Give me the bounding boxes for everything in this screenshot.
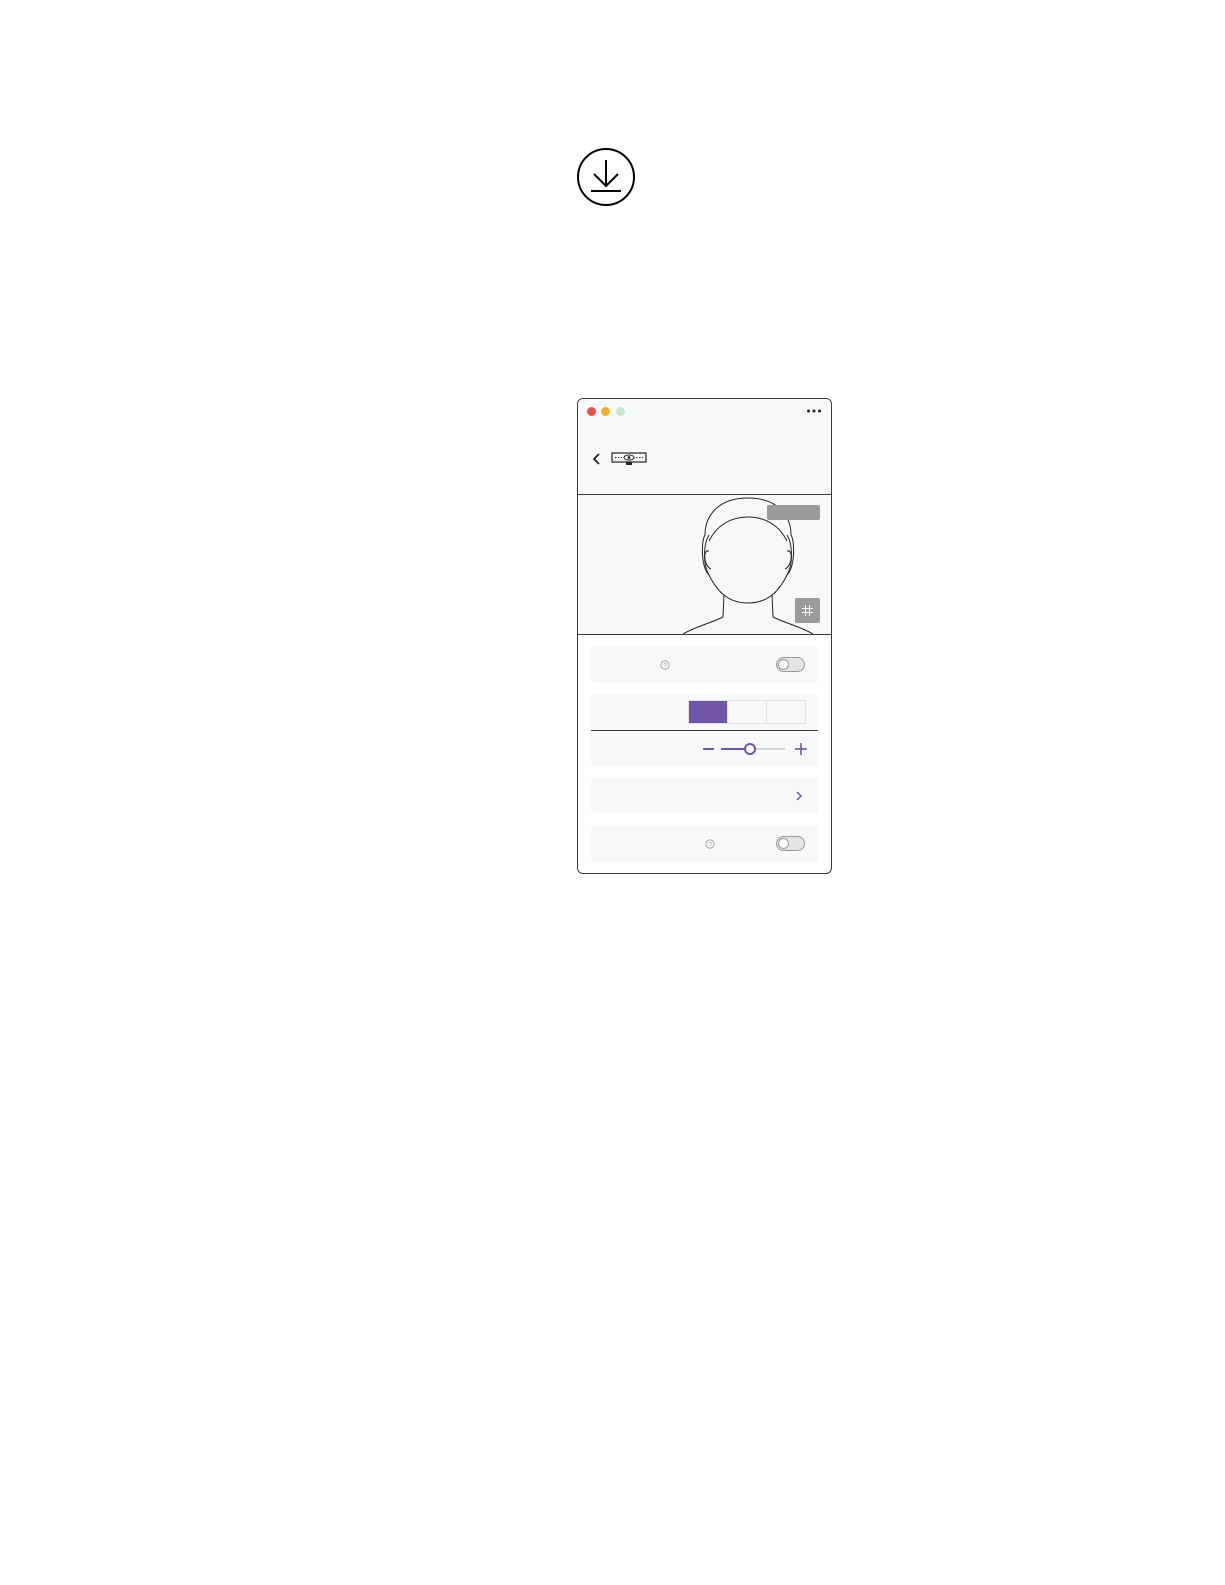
- svg-text:?: ?: [663, 662, 667, 669]
- minimize-window-button[interactable]: [601, 407, 610, 416]
- camera-preview: [578, 495, 831, 635]
- setting-toggle-1[interactable]: [776, 657, 805, 672]
- grid-icon: [802, 605, 813, 616]
- zoom-slider-thumb[interactable]: [743, 743, 756, 755]
- more-horizontal-icon[interactable]: [806, 406, 822, 416]
- plus-icon[interactable]: [794, 742, 808, 756]
- app-window: ? ?: [577, 398, 832, 874]
- setting-card-toggle-1: ?: [591, 646, 818, 683]
- setting-card-toggle-2: ?: [591, 825, 818, 862]
- help-circle-icon[interactable]: ?: [660, 660, 670, 670]
- zoom-window-button[interactable]: [616, 407, 625, 416]
- minus-icon[interactable]: [703, 748, 714, 750]
- grid-overlay-button[interactable]: [795, 598, 820, 623]
- status-badge: [767, 505, 820, 520]
- device-header: [578, 424, 831, 495]
- help-circle-icon[interactable]: ?: [705, 839, 715, 849]
- segment-option-3[interactable]: [767, 701, 805, 723]
- segmented-control: [688, 700, 806, 724]
- chevron-right-icon: [796, 791, 803, 801]
- setting-card-zoom: [591, 731, 818, 767]
- chevron-left-icon[interactable]: [592, 452, 602, 466]
- setting-card-options: [591, 694, 818, 730]
- webcam-icon: [611, 452, 647, 465]
- title-bar: [578, 399, 831, 425]
- zoom-slider[interactable]: [721, 743, 785, 755]
- segment-option-1[interactable]: [689, 701, 728, 723]
- close-window-button[interactable]: [587, 407, 596, 416]
- svg-text:?: ?: [708, 841, 712, 848]
- download-icon[interactable]: [576, 147, 636, 207]
- setting-toggle-2[interactable]: [776, 836, 805, 851]
- segment-option-2[interactable]: [728, 701, 767, 723]
- setting-card-navigation[interactable]: [591, 777, 818, 813]
